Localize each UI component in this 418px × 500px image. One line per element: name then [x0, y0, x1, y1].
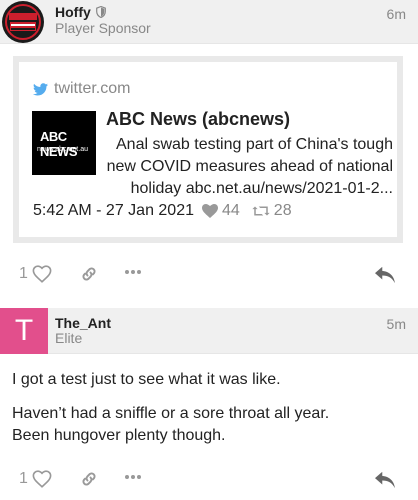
user-title: Player Sponsor	[55, 20, 151, 36]
tweet-avatar[interactable]: ABC NEWS news.abc.net.au	[32, 111, 96, 175]
link-icon	[82, 267, 96, 281]
retweet-icon	[252, 206, 270, 216]
username[interactable]: Hoffy	[55, 4, 91, 20]
post-header: T The_Ant Elite 5m	[0, 308, 418, 354]
post-age[interactable]: 6m	[387, 6, 406, 22]
onebox-source[interactable]: twitter.com	[33, 80, 130, 98]
avatar[interactable]: T	[0, 308, 48, 354]
reply-button[interactable]	[374, 470, 396, 490]
post-paragraph: I got a test just to see what it was lik…	[12, 371, 281, 388]
tweet-like-count: 44	[222, 202, 240, 219]
post-actions: 1	[0, 466, 418, 496]
more-button[interactable]	[124, 474, 142, 480]
reply-button[interactable]	[374, 265, 396, 285]
more-icon	[125, 475, 141, 479]
user-title: Elite	[55, 330, 83, 346]
post-age[interactable]: 5m	[387, 316, 406, 332]
link-icon	[82, 472, 96, 486]
tweet-account[interactable]: ABC News (abcnews)	[106, 109, 290, 130]
copy-link-button[interactable]	[80, 470, 98, 488]
twitter-icon	[33, 82, 48, 95]
heart-icon	[202, 204, 218, 218]
post-actions: 1	[0, 261, 418, 291]
copy-link-button[interactable]	[80, 265, 98, 283]
tweet-card: twitter.com ABC NEWS news.abc.net.au ABC…	[19, 62, 397, 237]
username[interactable]: The_Ant	[55, 315, 111, 331]
heart-icon	[32, 470, 52, 488]
tweet-timestamp[interactable]: 5:42 AM - 27 Jan 2021	[33, 202, 194, 220]
thumb-title: ABC NEWS	[40, 129, 78, 159]
like-count: 1	[19, 265, 28, 282]
thumb-subtitle: news.abc.net.au	[37, 146, 88, 153]
like-button[interactable]: 1	[19, 470, 52, 488]
avatar[interactable]	[2, 1, 44, 43]
team-logo-icon	[3, 2, 43, 42]
tweet-retweet-count: 28	[273, 202, 292, 219]
tweet-onebox[interactable]: twitter.com ABC NEWS news.abc.net.au ABC…	[13, 56, 403, 243]
heart-icon	[32, 265, 52, 283]
tweet-text: Anal swab testing part of China's tough …	[106, 136, 393, 197]
reply-icon	[375, 471, 395, 489]
shield-icon	[96, 6, 106, 18]
tweet-meta: 5:42 AM - 27 Jan 2021 44 28	[33, 202, 292, 220]
reply-icon	[375, 266, 395, 284]
post-paragraph: Haven’t had a sniffle or a sore throat a…	[12, 405, 330, 422]
like-button[interactable]: 1	[19, 265, 52, 283]
more-icon	[125, 270, 141, 274]
post-header: Hoffy Player Sponsor 6m	[0, 0, 418, 44]
onebox-source-label: twitter.com	[54, 80, 131, 97]
more-button[interactable]	[124, 269, 142, 275]
post-paragraph: Been hungover plenty though.	[12, 427, 226, 444]
like-count: 1	[19, 470, 28, 487]
